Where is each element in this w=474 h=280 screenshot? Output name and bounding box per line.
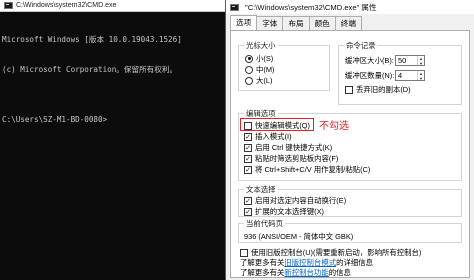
- tab-terminal[interactable]: 终端: [334, 16, 362, 30]
- spin-arrows[interactable]: ▲ ▼: [417, 71, 424, 81]
- console-prompt: C:\Users\SZ-M1-BD-0080>: [2, 115, 108, 124]
- insert-mode-checkbox[interactable]: ✓ 插入模式(I): [244, 131, 370, 142]
- group-legend: 光标大小: [244, 40, 278, 51]
- console-title: C:\Windows\system32\CMD.exe: [16, 2, 117, 9]
- properties-dialog: "C:\Windows\system32\CMD.exe" 属性 选项 字体 布…: [226, 0, 474, 280]
- options-panel: 光标大小 小(S) 中(M) 大(L) 命令记录 缓冲区大小(B): 50 ▲ …: [230, 30, 470, 278]
- line-wrap-selection-checkbox[interactable]: ✓ 启用对选定内容自动换行(E): [244, 195, 346, 206]
- radio-cursor-medium[interactable]: 中(M): [245, 64, 274, 75]
- radio-cursor-large[interactable]: 大(L): [245, 75, 274, 86]
- console-line: Microsoft Windows [版本 10.0.19043.1526]: [2, 35, 182, 44]
- radio-label: 小(S): [256, 54, 274, 63]
- checkbox-label: 丢弃旧的副本(D): [356, 85, 411, 94]
- check-icon[interactable]: ✓: [244, 154, 252, 163]
- radio-button[interactable]: [245, 54, 253, 63]
- down-arrow-icon[interactable]: ▼: [418, 61, 424, 66]
- radio-cursor-small[interactable]: 小(S): [245, 53, 274, 64]
- console-output[interactable]: Microsoft Windows [版本 10.0.19043.1526] (…: [0, 12, 225, 148]
- buffer-count-label: 缓冲区数量(N):: [345, 71, 395, 80]
- down-arrow-icon[interactable]: ▼: [418, 76, 424, 81]
- new-features-link[interactable]: 新控制台功能: [284, 268, 328, 277]
- legacy-info-text: 了解更多有关旧版控制台模式的详细信息: [240, 258, 421, 268]
- extended-selection-keys-checkbox[interactable]: ✓ 扩展的文本选择键(X): [244, 206, 346, 217]
- buffer-count-stepper[interactable]: 4 ▲ ▼: [395, 70, 425, 81]
- highlight-box: [240, 118, 314, 131]
- tab-layout[interactable]: 布局: [282, 16, 310, 30]
- check-icon[interactable]: ✓: [244, 196, 252, 205]
- radio-label: 中(M): [256, 65, 275, 74]
- dialog-title: "C:\Windows\system32\CMD.exe" 属性: [245, 2, 377, 12]
- buffer-count-value[interactable]: 4: [396, 71, 417, 80]
- buffer-count-row: 缓冲区数量(N): 4 ▲ ▼: [345, 69, 425, 82]
- check-icon[interactable]: ✓: [244, 143, 252, 152]
- checkbox-label: 使用旧版控制台(U)(需要重新启动，影响所有控制台): [251, 248, 422, 257]
- command-history-group: 命令记录 缓冲区大小(B): 50 ▲ ▼ 缓冲区数量(N): 4 ▲ ▼ 丢弃…: [338, 40, 462, 105]
- legacy-mode-link[interactable]: 旧版控制台模式: [284, 258, 336, 267]
- buffer-size-value[interactable]: 50: [396, 56, 417, 65]
- checkbox-label: 粘贴时筛选剪贴板内容(F): [255, 154, 339, 163]
- group-legend: 文本选择: [244, 184, 278, 195]
- cmd-icon: [4, 2, 13, 9]
- code-page-value: 936 (ANSI/OEM - 简体中文 GBK): [244, 232, 354, 241]
- checkbox[interactable]: [240, 248, 248, 257]
- tab-colors[interactable]: 颜色: [308, 16, 336, 30]
- legacy-console-checkbox[interactable]: 使用旧版控制台(U)(需要重新启动，影响所有控制台): [240, 247, 421, 258]
- text-selection-group: 文本选择 ✓ 启用对选定内容自动换行(E) ✓ 扩展的文本选择键(X): [238, 184, 462, 217]
- annotation-text: 不勾选: [319, 121, 349, 132]
- code-page-group: 当前代码页 936 (ANSI/OEM - 简体中文 GBK): [238, 218, 462, 243]
- group-legend: 当前代码页: [244, 218, 285, 229]
- group-legend: 命令记录: [344, 40, 378, 51]
- tab-strip: 选项 字体 布局 颜色 终端: [230, 15, 362, 30]
- checkbox[interactable]: [345, 85, 353, 94]
- info-suffix: 的详细信息: [336, 258, 374, 267]
- ctrl-shift-cv-checkbox[interactable]: ✓ 将 Ctrl+Shift+C/V 用作复制/粘贴(C): [244, 164, 370, 175]
- info-prefix: 了解更多有关: [240, 268, 285, 277]
- ctrl-shortcuts-checkbox[interactable]: ✓ 启用 Ctrl 键快捷方式(K): [244, 142, 370, 153]
- spin-arrows[interactable]: ▲ ▼: [417, 56, 424, 66]
- cursor-size-group: 光标大小 小(S) 中(M) 大(L): [238, 40, 330, 91]
- checkbox-label: 将 Ctrl+Shift+C/V 用作复制/粘贴(C): [255, 165, 371, 174]
- console-line: (c) Microsoft Corporation。保留所有权利。: [2, 65, 178, 74]
- check-icon[interactable]: ✓: [244, 132, 252, 141]
- tab-font[interactable]: 字体: [256, 16, 284, 30]
- check-icon[interactable]: ✓: [244, 207, 252, 216]
- checkbox-label: 插入模式(I): [255, 132, 292, 141]
- console-titlebar[interactable]: C:\Windows\system32\CMD.exe: [0, 0, 225, 12]
- checkbox-label: 启用对选定内容自动换行(E): [255, 196, 347, 205]
- new-features-info-text: 了解更多有关新控制台功能的信息: [240, 268, 421, 278]
- cmd-icon: [230, 3, 239, 11]
- checkbox-label: 启用 Ctrl 键快捷方式(K): [255, 143, 333, 152]
- radio-button[interactable]: [245, 65, 253, 74]
- buffer-size-stepper[interactable]: 50 ▲ ▼: [395, 55, 425, 66]
- filter-clipboard-checkbox[interactable]: ✓ 粘贴时筛选剪贴板内容(F): [244, 153, 370, 164]
- radio-button[interactable]: [245, 76, 253, 85]
- info-suffix: 的信息: [328, 268, 351, 277]
- info-prefix: 了解更多有关: [240, 258, 285, 267]
- discard-duplicates-checkbox[interactable]: 丢弃旧的副本(D): [345, 84, 425, 95]
- console-window[interactable]: C:\Windows\system32\CMD.exe Microsoft Wi…: [0, 0, 226, 280]
- tab-options[interactable]: 选项: [230, 15, 258, 30]
- buffer-size-label: 缓冲区大小(B):: [345, 56, 394, 65]
- buffer-size-row: 缓冲区大小(B): 50 ▲ ▼: [345, 54, 425, 67]
- radio-label: 大(L): [256, 76, 273, 85]
- dialog-titlebar[interactable]: "C:\Windows\system32\CMD.exe" 属性: [226, 0, 474, 14]
- checkbox-label: 扩展的文本选择键(X): [255, 207, 324, 216]
- check-icon[interactable]: ✓: [244, 165, 252, 174]
